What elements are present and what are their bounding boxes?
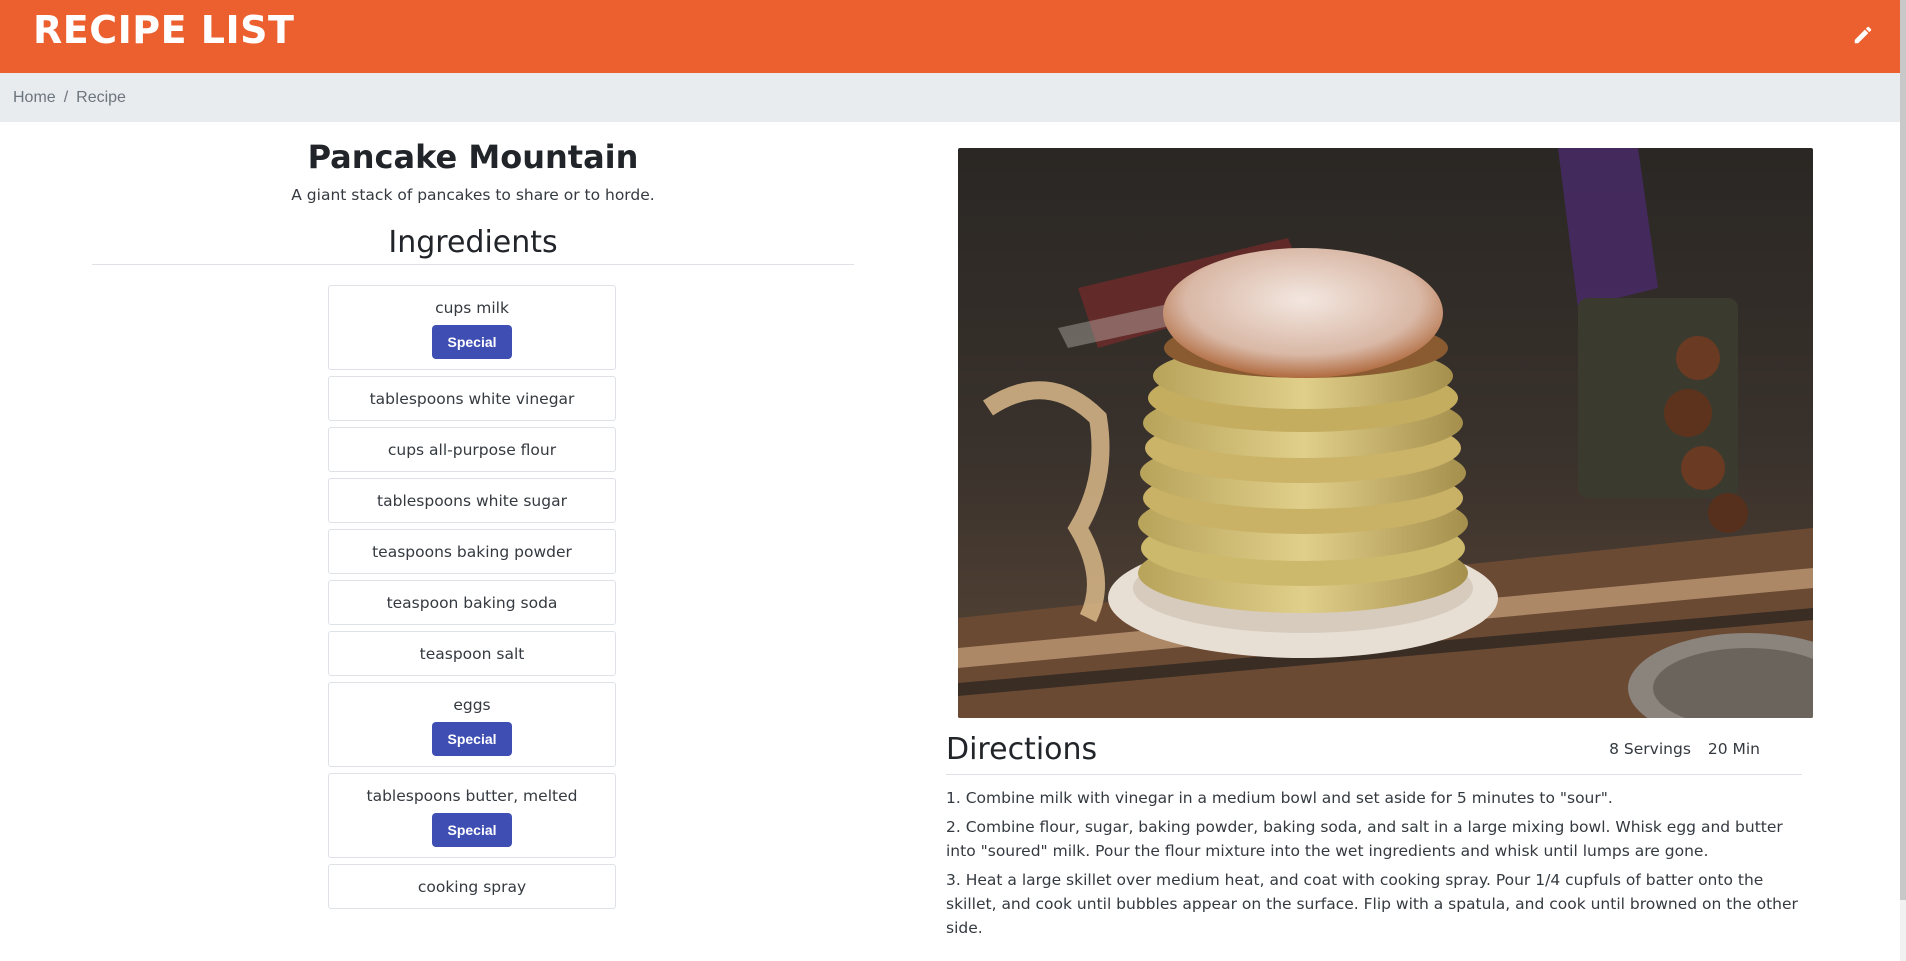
ingredient-card: cups milk Special bbox=[328, 285, 616, 370]
ingredient-name: tablespoons white vinegar bbox=[369, 390, 575, 408]
ingredient-name: teaspoon baking soda bbox=[386, 594, 558, 612]
ingredient-card: teaspoon salt bbox=[328, 631, 616, 676]
pancake-stack-image bbox=[958, 148, 1813, 718]
directions-header: Directions 8 Servings 20 Min bbox=[946, 730, 1802, 775]
direction-step: 1. Combine milk with vinegar in a medium… bbox=[946, 789, 1613, 807]
scrollbar-thumb[interactable] bbox=[1900, 0, 1906, 900]
breadcrumb-separator: / bbox=[63, 88, 69, 106]
ingredient-name: teaspoon salt bbox=[419, 645, 525, 663]
ingredients-list: cups milk Special tablespoons white vine… bbox=[328, 285, 616, 915]
recipe-description: A giant stack of pancakes to share or to… bbox=[291, 186, 655, 204]
special-button[interactable]: Special bbox=[432, 722, 512, 756]
recipe-title: Pancake Mountain bbox=[307, 138, 639, 176]
ingredients-heading: Ingredients bbox=[92, 225, 854, 265]
direction-step: 3. Heat a large skillet over medium heat… bbox=[946, 871, 1798, 937]
breadcrumb-current: Recipe bbox=[76, 88, 126, 106]
ingredient-card: teaspoons baking powder bbox=[328, 529, 616, 574]
page-scrollbar[interactable] bbox=[1900, 0, 1906, 961]
directions-steps: 1. Combine milk with vinegar in a medium… bbox=[946, 786, 1808, 945]
direction-step: 2. Combine flour, sugar, baking powder, … bbox=[946, 818, 1783, 860]
ingredient-name: teaspoons baking powder bbox=[372, 543, 572, 561]
ingredient-card: cooking spray bbox=[328, 864, 616, 909]
edit-button[interactable] bbox=[1848, 20, 1878, 50]
prep-time: 20 Min bbox=[1707, 740, 1760, 758]
ingredient-name: tablespoons white sugar bbox=[377, 492, 567, 510]
ingredient-card: eggs Special bbox=[328, 682, 616, 767]
recipe-meta: 8 Servings 20 Min bbox=[1609, 740, 1760, 758]
ingredient-card: cups all-purpose flour bbox=[328, 427, 616, 472]
ingredient-card: teaspoon baking soda bbox=[328, 580, 616, 625]
ingredient-name: eggs bbox=[453, 696, 491, 714]
app-title[interactable]: RECIPE LIST bbox=[33, 8, 294, 52]
recipe-summary: Pancake Mountain A giant stack of pancak… bbox=[92, 122, 854, 909]
ingredient-card: tablespoons white vinegar bbox=[328, 376, 616, 421]
directions-heading: Directions bbox=[946, 732, 1098, 767]
recipe-photo bbox=[958, 148, 1813, 718]
ingredient-card: tablespoons white sugar bbox=[328, 478, 616, 523]
breadcrumb: Home / Recipe bbox=[0, 73, 1900, 122]
ingredient-name: cooking spray bbox=[417, 878, 527, 896]
app-header: RECIPE LIST bbox=[0, 0, 1900, 73]
breadcrumb-home[interactable]: Home bbox=[13, 89, 56, 107]
ingredient-card: tablespoons butter, melted Special bbox=[328, 773, 616, 858]
special-button[interactable]: Special bbox=[432, 813, 512, 847]
pencil-icon bbox=[1854, 26, 1872, 44]
ingredient-name: cups milk bbox=[435, 299, 509, 317]
servings-count: 8 Servings bbox=[1609, 740, 1691, 758]
ingredient-name: cups all-purpose flour bbox=[387, 441, 557, 459]
ingredient-name: tablespoons butter, melted bbox=[366, 787, 578, 805]
special-button[interactable]: Special bbox=[432, 325, 512, 359]
